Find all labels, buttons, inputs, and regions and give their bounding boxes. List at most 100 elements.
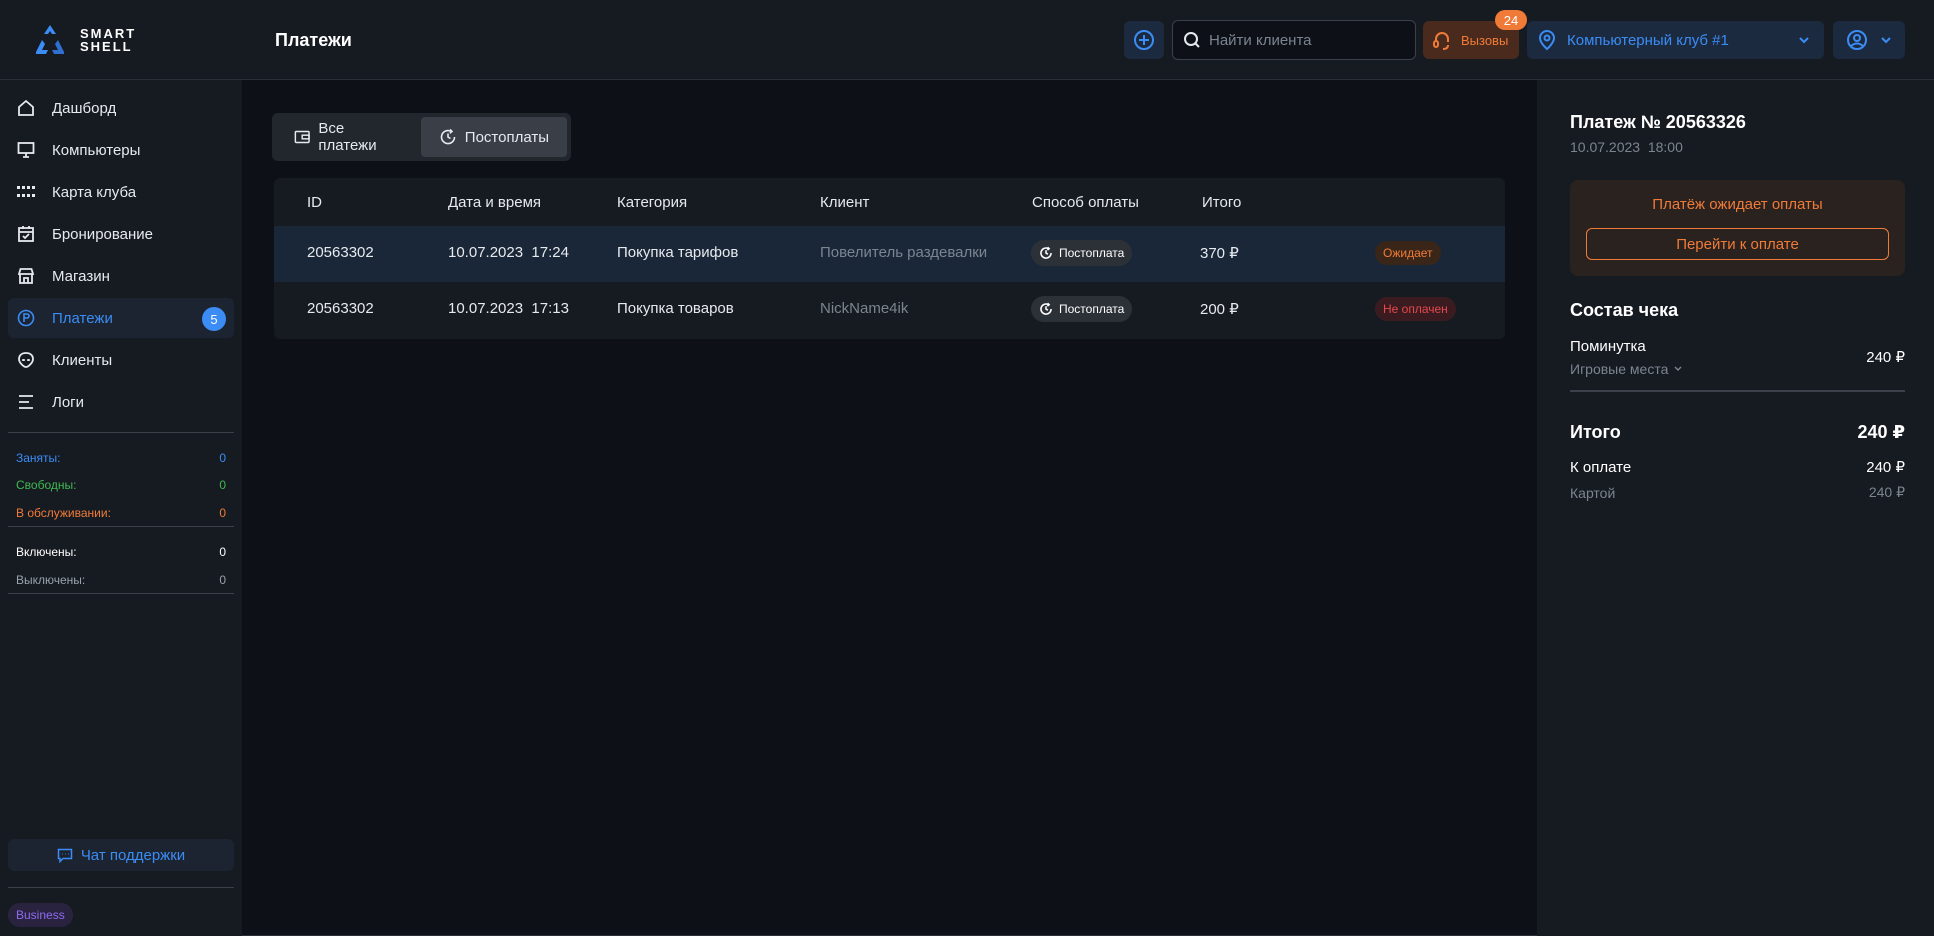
table-row[interactable]: 20563302 10.07.2023 17:13 Покупка товаро… [274, 282, 1505, 338]
sidebar-item-booking[interactable]: Бронирование [8, 214, 234, 254]
payment-method-label: Постоплата [1059, 246, 1125, 260]
plus-circle-icon [1134, 30, 1154, 50]
payment-title: Платеж № 20563326 [1570, 112, 1746, 132]
column-header[interactable]: ID [307, 194, 322, 211]
cell-total: 370 ₽ [1200, 245, 1239, 262]
to-pay-label: К оплате [1570, 458, 1632, 476]
postpay-icon [1040, 246, 1052, 259]
user-avatar-icon [1847, 30, 1867, 50]
sidebar-item-label: Платежи [52, 309, 113, 327]
search-input[interactable] [1209, 31, 1399, 49]
payments-tabs: Все платежи Постоплаты [272, 113, 571, 161]
receipt-method: Картой 240 ₽ [1570, 484, 1905, 501]
sidebar-item-store[interactable]: Магазин [8, 256, 234, 296]
stat-value: 0 [219, 545, 226, 559]
sidebar-item-label: Логи [52, 393, 85, 411]
method-label: Картой [1570, 484, 1616, 501]
to-pay-value: 240 ₽ [1866, 459, 1905, 476]
receipt-item-name: Поминутка [1570, 337, 1646, 355]
payments-count-badge: 5 [202, 307, 226, 331]
divider [1570, 390, 1905, 392]
cell-datetime: 10.07.2023 17:13 [448, 300, 569, 317]
postpay-icon [440, 128, 456, 145]
sidebar-item-club-map[interactable]: Карта клуба [8, 172, 234, 212]
payment-detail-panel: Платеж № 20563326 10.07.2023 18:00 Платё… [1537, 80, 1934, 936]
cell-total: 200 ₽ [1200, 301, 1239, 318]
cell-category: Покупка тарифов [617, 244, 739, 261]
sidebar-item-clients[interactable]: Клиенты [8, 340, 234, 380]
client-search[interactable] [1172, 20, 1416, 60]
plan-badge: Business [8, 903, 73, 927]
method-value: 240 ₽ [1868, 484, 1905, 500]
stat-label: В обслуживании: [16, 506, 111, 520]
cell-datetime: 10.07.2023 17:24 [448, 244, 569, 261]
postpay-icon [1040, 302, 1052, 315]
payment-method-label: Постоплата [1059, 302, 1125, 316]
divider [8, 432, 234, 433]
monitor-icon [16, 140, 36, 160]
go-to-payment-button[interactable]: Перейти к оплате [1586, 228, 1889, 260]
add-button[interactable] [1124, 21, 1164, 59]
club-name: Компьютерный клуб #1 [1567, 31, 1729, 49]
stat-label: Выключены: [16, 573, 86, 587]
total-label: Итого [1570, 422, 1621, 442]
stat-maintenance: В обслуживании: 0 [16, 506, 226, 520]
sidebar-item-payments[interactable]: Платежи 5 [8, 298, 234, 338]
sidebar-item-label: Компьютеры [52, 141, 141, 159]
column-header[interactable]: Категория [617, 194, 687, 211]
stat-free: Свободны: 0 [16, 478, 226, 492]
top-bar: SMART SHELL Платежи Вызовы 24 Компьютерн… [0, 0, 1934, 80]
payment-method-pill: Постоплата [1031, 296, 1133, 322]
sidebar-item-dashboard[interactable]: Дашборд [8, 88, 234, 128]
chat-icon [57, 848, 73, 863]
store-icon [16, 266, 36, 286]
smartshell-logo-icon [36, 25, 64, 54]
column-header[interactable]: Дата и время [448, 194, 541, 211]
payment-method-pill: Постоплата [1031, 240, 1133, 266]
page-title: Платежи [275, 30, 352, 50]
receipt-title: Состав чека [1570, 300, 1679, 320]
status-badge: Ожидает [1375, 241, 1441, 265]
cell-client[interactable]: NickName4ik [820, 300, 908, 317]
cell-id: 20563302 [307, 244, 374, 261]
stat-value: 0 [219, 573, 226, 587]
payments-table: ID Дата и время Категория Клиент Способ … [274, 178, 1505, 339]
status-badge: Не оплачен [1375, 297, 1456, 321]
receipt-item-category[interactable]: Игровые места [1570, 361, 1682, 377]
sidebar-item-computers[interactable]: Компьютеры [8, 130, 234, 170]
tab-label: Постоплаты [464, 128, 549, 146]
awaiting-payment-text: Платёж ожидает оплаты [1652, 196, 1823, 213]
search-icon [1184, 32, 1200, 48]
total-value: 240 ₽ [1857, 422, 1905, 442]
stat-label: Свободны: [16, 478, 77, 492]
table-row[interactable]: 20563302 10.07.2023 17:24 Покупка тарифо… [274, 226, 1505, 282]
support-chat-button[interactable]: Чат поддержки [8, 839, 234, 871]
column-header[interactable]: Итого [1202, 194, 1241, 211]
stat-busy: Заняты: 0 [16, 451, 226, 465]
sidebar-item-label: Клиенты [52, 351, 113, 369]
calls-label: Вызовы [1461, 32, 1509, 48]
sidebar-item-logs[interactable]: Логи [8, 382, 234, 422]
cell-client[interactable]: Повелитель раздевалки [820, 244, 987, 261]
headset-icon [1433, 32, 1449, 50]
divider [8, 526, 234, 527]
payment-icon [16, 308, 36, 328]
stat-off: Выключены: 0 [16, 573, 226, 587]
stat-label: Включены: [16, 545, 77, 559]
calls-count-badge: 24 [1495, 10, 1527, 30]
home-icon [16, 98, 36, 118]
chevron-down-icon [1674, 366, 1682, 371]
support-label: Чат поддержки [80, 846, 186, 864]
club-selector[interactable]: Компьютерный клуб #1 [1527, 21, 1824, 59]
sidebar-item-label: Бронирование [52, 225, 154, 243]
tab-all-payments[interactable]: Все платежи [276, 117, 417, 157]
stat-label: Заняты: [16, 451, 61, 465]
grid-icon [16, 182, 36, 202]
tab-postpayments[interactable]: Постоплаты [420, 117, 567, 157]
logo[interactable]: SMART SHELL [30, 22, 136, 58]
column-header[interactable]: Клиент [820, 194, 869, 211]
column-header[interactable]: Способ оплаты [1032, 194, 1139, 211]
payment-date: 10.07.2023 18:00 [1570, 139, 1683, 155]
user-menu-button[interactable] [1833, 21, 1905, 59]
receipt-total: Итого 240 ₽ [1570, 422, 1905, 443]
